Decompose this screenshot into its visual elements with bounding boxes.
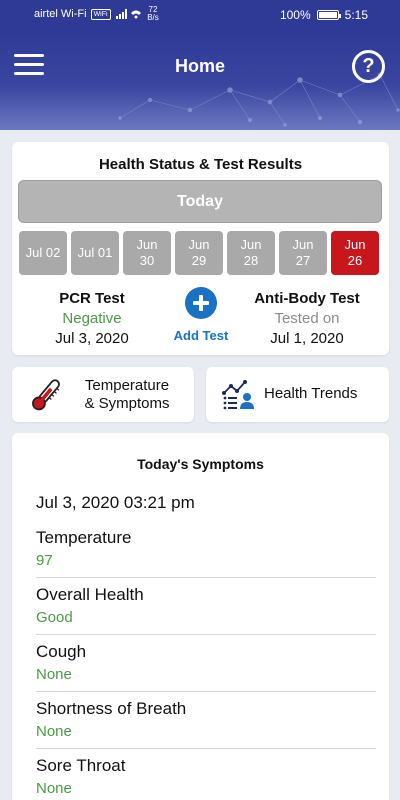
symptoms-timestamp: Jul 3, 2020 03:21 pm [36,493,195,512]
pcr-test-summary[interactable]: PCR Test Negative Jul 3, 2020 [17,290,167,347]
network-speed: 72 B/s [146,6,160,22]
pcr-test-date: Jul 3, 2020 [55,330,129,347]
date-chip-line2: 28 [243,253,259,268]
date-chip-selected[interactable]: Jun 26 [331,231,379,275]
health-trends-button[interactable]: Health Trends [206,367,389,422]
carrier-name: airtel Wi-Fi [34,8,87,20]
status-left: airtel Wi-Fi WiFi [34,8,143,20]
date-chip-line1: Jun [240,237,262,252]
symptom-row: Shortness of Breath None [36,692,376,749]
antibody-test-result: Tested on [274,310,340,327]
status-right: 100% 5:15 [280,8,368,22]
symptom-value: None [36,723,72,740]
date-chip-line1: Jun [292,237,314,252]
health-trends-label: Health Trends [264,385,358,402]
symptom-name: Shortness of Breath [36,699,187,718]
date-chip[interactable]: Jun 29 [175,231,223,275]
symptoms-title: Today's Symptoms [137,456,264,472]
pcr-test-name: PCR Test [59,290,125,307]
date-chip[interactable]: Jul 01 [71,231,119,275]
temperature-label-line1: Temperature [84,377,170,394]
date-chip-line1: Jul 01 [77,245,113,260]
date-chip-line2: 27 [295,253,311,268]
symptom-value: Good [36,609,73,626]
add-test-button[interactable]: Add Test [166,287,236,343]
date-chip[interactable]: Jun 28 [227,231,275,275]
today-button[interactable]: Today [18,180,382,223]
speed-unit: B/s [147,13,159,22]
date-chip[interactable]: Jun 27 [279,231,327,275]
battery-percent: 100% [279,8,311,22]
symptom-name: Cough [36,642,87,661]
symptom-value: None [36,666,72,683]
plus-circle-icon [185,287,217,319]
todays-symptoms-card: Today's Symptoms Jul 3, 2020 03:21 pm Te… [12,433,389,800]
molecule-network-decoration [118,72,400,127]
app-header: Home ? [0,30,400,130]
page-title: Home [174,56,225,76]
antibody-test-summary[interactable]: Anti-Body Test Tested on Jul 1, 2020 [232,290,382,347]
symptom-name: Overall Health [36,585,144,604]
help-icon[interactable]: ? [352,50,385,83]
battery-icon [316,10,341,20]
date-chip[interactable]: Jun 30 [123,231,171,275]
date-chip-line1: Jul 02 [25,245,61,260]
signal-icon [115,9,141,19]
symptom-name: Sore Throat [36,756,126,775]
temperature-label-line2: & Symptoms [84,395,170,412]
date-selector: Jul 02 Jul 01 Jun 30 Jun 29 Jun 28 Jun 2… [19,231,379,275]
add-test-label: Add Test [173,328,229,343]
date-chip-line2: 26 [347,253,363,268]
antibody-test-name: Anti-Body Test [254,290,360,307]
antibody-test-date: Jul 1, 2020 [270,330,344,347]
date-chip-line1: Jun [188,237,210,252]
thermometer-icon [32,379,60,411]
temperature-symptoms-label: Temperature & Symptoms [72,377,182,413]
date-chip[interactable]: Jul 02 [19,231,67,275]
date-chip-line2: 29 [191,253,207,268]
status-bar: airtel Wi-Fi WiFi 72 B/s 100% 5:15 [0,0,400,30]
symptom-name: Temperature [36,528,132,547]
clock: 5:15 [344,8,368,22]
health-trends-icon [222,380,254,410]
health-status-card: Health Status & Test Results Today Jul 0… [12,142,389,355]
wifi-badge: WiFi [90,8,111,20]
date-chip-line1: Jun [136,237,158,252]
symptom-row: Overall Health Good [36,578,376,635]
symptom-value: 97 [36,552,53,569]
symptom-row: Cough None [36,635,376,692]
date-chip-line1: Jun [344,237,366,252]
date-chip-line2: 30 [139,253,155,268]
pcr-test-result: Negative [62,310,122,327]
symptom-row: Temperature 97 [36,521,376,578]
health-status-title: Health Status & Test Results [98,156,303,173]
temperature-symptoms-button[interactable]: Temperature & Symptoms [12,367,194,422]
symptom-value: None [36,780,72,797]
symptom-row: Sore Throat None [36,749,376,800]
